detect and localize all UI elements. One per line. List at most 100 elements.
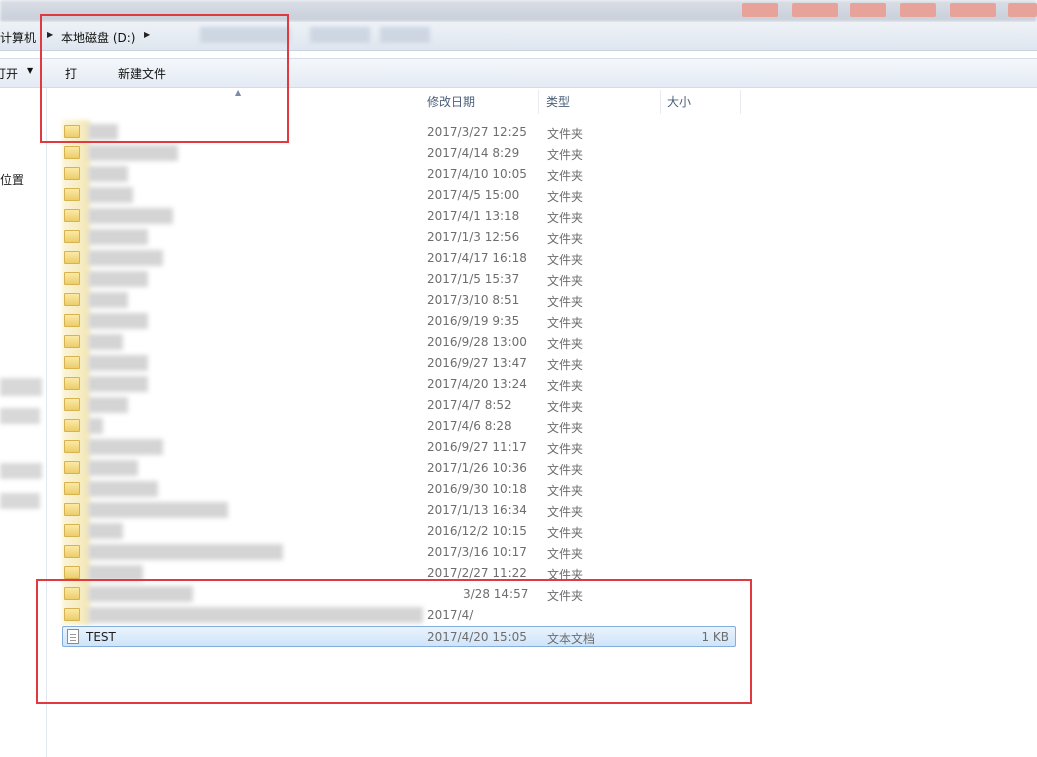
nav-blurred-item[interactable] bbox=[0, 463, 42, 479]
folder-icon bbox=[64, 461, 80, 474]
file-type: 文件夹 bbox=[547, 358, 584, 372]
file-name-blurred bbox=[88, 376, 148, 392]
file-row[interactable]: 2017/4/7 8:52 文件夹 bbox=[62, 395, 736, 415]
file-date: 2017/4/14 8:29 bbox=[427, 146, 520, 160]
file-date: 2017/4/17 16:18 bbox=[427, 251, 527, 265]
folder-icon bbox=[64, 545, 80, 558]
file-date: 2017/4/6 8:28 bbox=[427, 419, 512, 433]
breadcrumb-computer[interactable]: 计算机 bbox=[0, 29, 36, 46]
titlebar-button[interactable] bbox=[1008, 3, 1037, 17]
file-type: 文件夹 bbox=[547, 295, 584, 309]
folder-icon bbox=[64, 167, 80, 180]
folder-icon bbox=[64, 335, 80, 348]
file-row[interactable]: 2017/4/1 13:18 文件夹 bbox=[62, 206, 736, 226]
folder-icon bbox=[64, 566, 80, 579]
file-row[interactable]: 2017/4/17 16:18 文件夹 bbox=[62, 248, 736, 268]
folder-icon bbox=[64, 146, 80, 159]
file-type: 文件夹 bbox=[547, 547, 584, 561]
titlebar-button[interactable] bbox=[792, 3, 838, 17]
file-name-blurred bbox=[88, 166, 128, 182]
folder-icon bbox=[64, 314, 80, 327]
file-name-blurred bbox=[88, 187, 133, 203]
column-header-size[interactable]: 大小 bbox=[661, 90, 741, 114]
column-header-modified[interactable]: 修改日期 bbox=[421, 90, 539, 114]
file-row[interactable]: 2016/12/2 10:15 文件夹 bbox=[62, 521, 736, 541]
file-name-blurred bbox=[88, 481, 158, 497]
file-type: 文件夹 bbox=[547, 190, 584, 204]
file-row[interactable]: 2017/3/16 10:17 文件夹 bbox=[62, 542, 736, 562]
file-name-blurred bbox=[88, 250, 163, 266]
file-row[interactable]: 2017/1/26 10:36 文件夹 bbox=[62, 458, 736, 478]
file-date: 2017/3/16 10:17 bbox=[427, 545, 527, 559]
file-date: 2017/4/10 10:05 bbox=[427, 167, 527, 181]
titlebar-button[interactable] bbox=[850, 3, 886, 17]
folder-icon bbox=[64, 188, 80, 201]
file-name-blurred bbox=[88, 145, 178, 161]
file-type: 文件夹 bbox=[547, 421, 584, 435]
file-name-blurred bbox=[88, 313, 148, 329]
folder-icon bbox=[64, 482, 80, 495]
file-date: 2016/9/19 9:35 bbox=[427, 314, 520, 328]
open-dropdown-icon[interactable]: ▼ bbox=[27, 66, 33, 75]
column-header-type[interactable]: 类型 bbox=[540, 90, 661, 114]
file-row[interactable]: 2017/3/10 8:51 文件夹 bbox=[62, 290, 736, 310]
column-header-row: 修改日期 类型 大小 bbox=[421, 90, 741, 114]
file-row[interactable]: 2017/4/10 10:05 文件夹 bbox=[62, 164, 736, 184]
file-row[interactable]: 2016/9/30 10:18 文件夹 bbox=[62, 479, 736, 499]
nav-blurred-item[interactable] bbox=[0, 493, 40, 509]
folder-icon bbox=[64, 272, 80, 285]
file-row[interactable]: 2017/4/20 13:24 文件夹 bbox=[62, 374, 736, 394]
file-row[interactable]: 2016/9/19 9:35 文件夹 bbox=[62, 311, 736, 331]
file-date: 2017/4/20 13:24 bbox=[427, 377, 527, 391]
file-row[interactable]: 2016/9/28 13:00 文件夹 bbox=[62, 332, 736, 352]
file-name-blurred bbox=[88, 355, 148, 371]
file-row[interactable]: 2016/9/27 11:17 文件夹 bbox=[62, 437, 736, 457]
open-button[interactable]: 打开 bbox=[0, 65, 18, 82]
nav-blurred-item[interactable] bbox=[0, 378, 42, 396]
file-type: 文件夹 bbox=[547, 274, 584, 288]
file-name-blurred bbox=[88, 544, 283, 560]
titlebar-button[interactable] bbox=[900, 3, 936, 17]
file-row[interactable]: 2017/1/13 16:34 文件夹 bbox=[62, 500, 736, 520]
nav-item-location[interactable]: 位置 bbox=[0, 171, 24, 188]
file-row[interactable]: 2017/4/6 8:28 文件夹 bbox=[62, 416, 736, 436]
file-name-blurred bbox=[88, 271, 148, 287]
file-type: 文件夹 bbox=[547, 337, 584, 351]
folder-icon bbox=[64, 398, 80, 411]
file-row[interactable]: 2017/1/5 15:37 文件夹 bbox=[62, 269, 736, 289]
file-date: 2017/4/5 15:00 bbox=[427, 188, 520, 202]
file-date: 2017/3/10 8:51 bbox=[427, 293, 520, 307]
file-type: 文件夹 bbox=[547, 127, 584, 141]
file-date: 2017/4/7 8:52 bbox=[427, 398, 512, 412]
file-row[interactable]: 2017/4/5 15:00 文件夹 bbox=[62, 185, 736, 205]
file-date: 2017/1/13 16:34 bbox=[427, 503, 527, 517]
file-type: 文件夹 bbox=[547, 442, 584, 456]
folder-icon bbox=[64, 209, 80, 222]
file-name-blurred bbox=[88, 292, 128, 308]
file-date: 2017/4/1 13:18 bbox=[427, 209, 520, 223]
titlebar-button[interactable] bbox=[950, 3, 996, 17]
file-type: 文件夹 bbox=[547, 169, 584, 183]
nav-blurred-item[interactable] bbox=[0, 408, 40, 424]
folder-icon bbox=[64, 377, 80, 390]
folder-icon bbox=[64, 419, 80, 432]
folder-icon bbox=[64, 503, 80, 516]
file-type: 文件夹 bbox=[547, 232, 584, 246]
file-date: 2016/9/28 13:00 bbox=[427, 335, 527, 349]
file-name-blurred bbox=[88, 334, 123, 350]
annotation-box-address bbox=[40, 14, 289, 143]
file-type: 文件夹 bbox=[547, 148, 584, 162]
file-name-blurred bbox=[88, 439, 163, 455]
file-name-blurred bbox=[88, 460, 138, 476]
file-name-blurred bbox=[88, 502, 228, 518]
folder-icon bbox=[64, 251, 80, 264]
file-row[interactable]: 2017/1/3 12:56 文件夹 bbox=[62, 227, 736, 247]
file-row[interactable]: 2016/9/27 13:47 文件夹 bbox=[62, 353, 736, 373]
titlebar-button[interactable] bbox=[742, 3, 778, 17]
address-bar-blurred-area bbox=[380, 27, 430, 43]
file-date: 2017/1/3 12:56 bbox=[427, 230, 520, 244]
file-type: 文件夹 bbox=[547, 400, 584, 414]
file-date: 2017/1/5 15:37 bbox=[427, 272, 520, 286]
file-row[interactable]: 2017/4/14 8:29 文件夹 bbox=[62, 143, 736, 163]
file-name-blurred bbox=[88, 523, 123, 539]
